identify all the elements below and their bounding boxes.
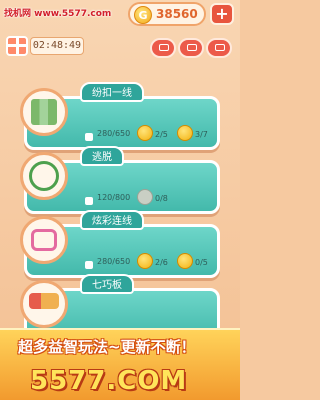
level-thumbnail xyxy=(20,280,68,328)
level-title: 纷扣一线 xyxy=(80,82,144,102)
medal-count: 0/8 xyxy=(155,194,168,203)
promo-banner: 超多益智玩法~更新不断！ 5577.COM xyxy=(0,328,240,400)
level-thumbnail xyxy=(20,216,68,264)
coin-value: 38560 xyxy=(156,7,198,21)
level-thumbnail xyxy=(20,88,68,136)
promo-site: 5577.COM xyxy=(30,366,188,396)
coin-icon: G xyxy=(134,6,152,24)
level-title: 逃脱 xyxy=(80,146,124,166)
gift-icon[interactable] xyxy=(6,36,28,56)
settings-button[interactable] xyxy=(206,38,232,58)
add-coins-button[interactable]: + xyxy=(210,3,234,25)
level-progress: 280/650 xyxy=(97,257,131,266)
promo-slogan: 超多益智玩法~更新不断！ xyxy=(18,338,196,356)
mail-button[interactable] xyxy=(178,38,204,58)
gear-icon xyxy=(215,44,225,51)
medal-count: 2/6 xyxy=(155,258,168,267)
level-progress: 280/650 xyxy=(97,129,131,138)
gift-timer: 02:48:49 xyxy=(30,37,84,55)
medal-count: 3/7 xyxy=(195,130,208,139)
level-title: 七巧板 xyxy=(80,274,134,294)
medal-icon xyxy=(137,125,153,141)
top-bar: 找机网 www.5577.com G 38560 + 02:48:49 xyxy=(0,0,240,64)
medal-icon xyxy=(177,125,193,141)
medal-count: 2/5 xyxy=(155,130,168,139)
progress-icon xyxy=(85,197,93,205)
progress-icon xyxy=(85,133,93,141)
mail-icon xyxy=(187,44,197,51)
progress-icon xyxy=(85,261,93,269)
shop-button[interactable] xyxy=(150,38,176,58)
level-title: 炫彩连线 xyxy=(80,210,144,230)
coin-balance: G 38560 xyxy=(128,2,206,26)
medal-icon xyxy=(137,253,153,269)
shop-icon xyxy=(159,44,169,51)
watermark: 找机网 www.5577.com xyxy=(4,9,112,19)
medal-icon xyxy=(177,253,193,269)
medal-icon xyxy=(137,189,153,205)
level-progress: 120/800 xyxy=(97,193,131,202)
medal-count: 0/5 xyxy=(195,258,208,267)
level-thumbnail xyxy=(20,152,68,200)
